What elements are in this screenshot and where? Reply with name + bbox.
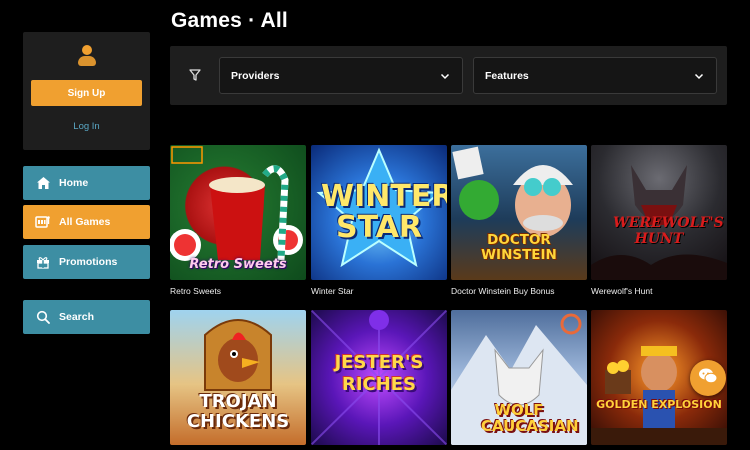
user-avatar-icon <box>78 45 96 67</box>
game-card-winter-star[interactable]: WINTER STAR Winter Star <box>311 145 447 296</box>
chevron-down-icon <box>440 71 450 81</box>
features-select-label: Features <box>485 69 529 82</box>
gift-icon <box>35 254 51 270</box>
game-title: Retro Sweets <box>170 286 222 296</box>
game-thumbnail[interactable]: JESTER'S RICHES <box>311 310 447 445</box>
providers-select[interactable]: Providers <box>219 57 463 94</box>
game-art-text: WOLF CAUCASIAN <box>481 401 579 435</box>
game-thumbnail[interactable]: DOCTOR WINSTEIN <box>451 145 587 280</box>
chat-button[interactable] <box>690 360 726 396</box>
nav-item-label: Promotions <box>59 256 118 268</box>
game-art-text: Retro Sweets <box>189 257 287 272</box>
nav-item-label: All Games <box>59 216 111 228</box>
nav-item-label: Search <box>59 311 95 323</box>
features-select[interactable]: Features <box>473 57 717 94</box>
signup-button[interactable]: Sign Up <box>31 80 142 106</box>
chevron-down-icon <box>694 71 704 81</box>
home-icon <box>35 175 51 191</box>
filter-bar: Providers Features <box>170 46 727 105</box>
game-card-retro-sweets[interactable]: Retro Sweets Retro Sweets <box>170 145 306 296</box>
game-art-text: TROJAN CHICKENS <box>186 391 290 432</box>
game-card-werewolfs-hunt[interactable]: WEREWOLF'S HUNT Werewolf's Hunt <box>591 145 727 296</box>
game-thumbnail[interactable]: WOLF CAUCASIAN <box>451 310 587 445</box>
page-title: Games · All <box>171 9 288 32</box>
nav-item-search[interactable]: Search <box>23 300 150 334</box>
search-icon <box>35 309 51 325</box>
filter-icon[interactable] <box>188 68 202 82</box>
game-title: Doctor Winstein Buy Bonus <box>451 286 555 296</box>
game-thumbnail[interactable]: Retro Sweets <box>170 145 306 280</box>
game-thumbnail[interactable]: WINTER STAR <box>311 145 447 280</box>
game-title: Werewolf's Hunt <box>591 286 653 296</box>
auth-panel: Sign Up Log In <box>23 32 150 150</box>
nav-item-label: Home <box>59 177 89 189</box>
providers-select-label: Providers <box>231 69 280 82</box>
chat-icon <box>698 367 718 390</box>
nav-item-all-games[interactable]: All Games <box>23 205 150 239</box>
game-art-text: DOCTOR WINSTEIN <box>481 232 557 263</box>
game-card-doctor-winstein[interactable]: DOCTOR WINSTEIN Doctor Winstein Buy Bonu… <box>451 145 587 296</box>
game-art-text: GOLDEN EXPLOSION <box>596 398 722 411</box>
game-card-trojan-chickens[interactable]: TROJAN CHICKENS <box>170 310 306 445</box>
game-thumbnail[interactable]: WEREWOLF'S HUNT <box>591 145 727 280</box>
game-card-wolf-caucasian[interactable]: WOLF CAUCASIAN <box>451 310 587 445</box>
nav-item-promotions[interactable]: Promotions <box>23 245 150 279</box>
nav-item-home[interactable]: Home <box>23 166 150 200</box>
login-link[interactable]: Log In <box>23 121 150 132</box>
slot-machine-icon <box>35 214 51 230</box>
game-title: Winter Star <box>311 286 354 296</box>
game-art-text: WEREWOLF'S HUNT <box>613 215 724 247</box>
game-card-jesters-riches[interactable]: JESTER'S RICHES <box>311 310 447 445</box>
game-thumbnail[interactable]: TROJAN CHICKENS <box>170 310 306 445</box>
game-art-text: JESTER'S RICHES <box>334 352 424 395</box>
game-art-text: WINTER STAR <box>321 179 447 245</box>
